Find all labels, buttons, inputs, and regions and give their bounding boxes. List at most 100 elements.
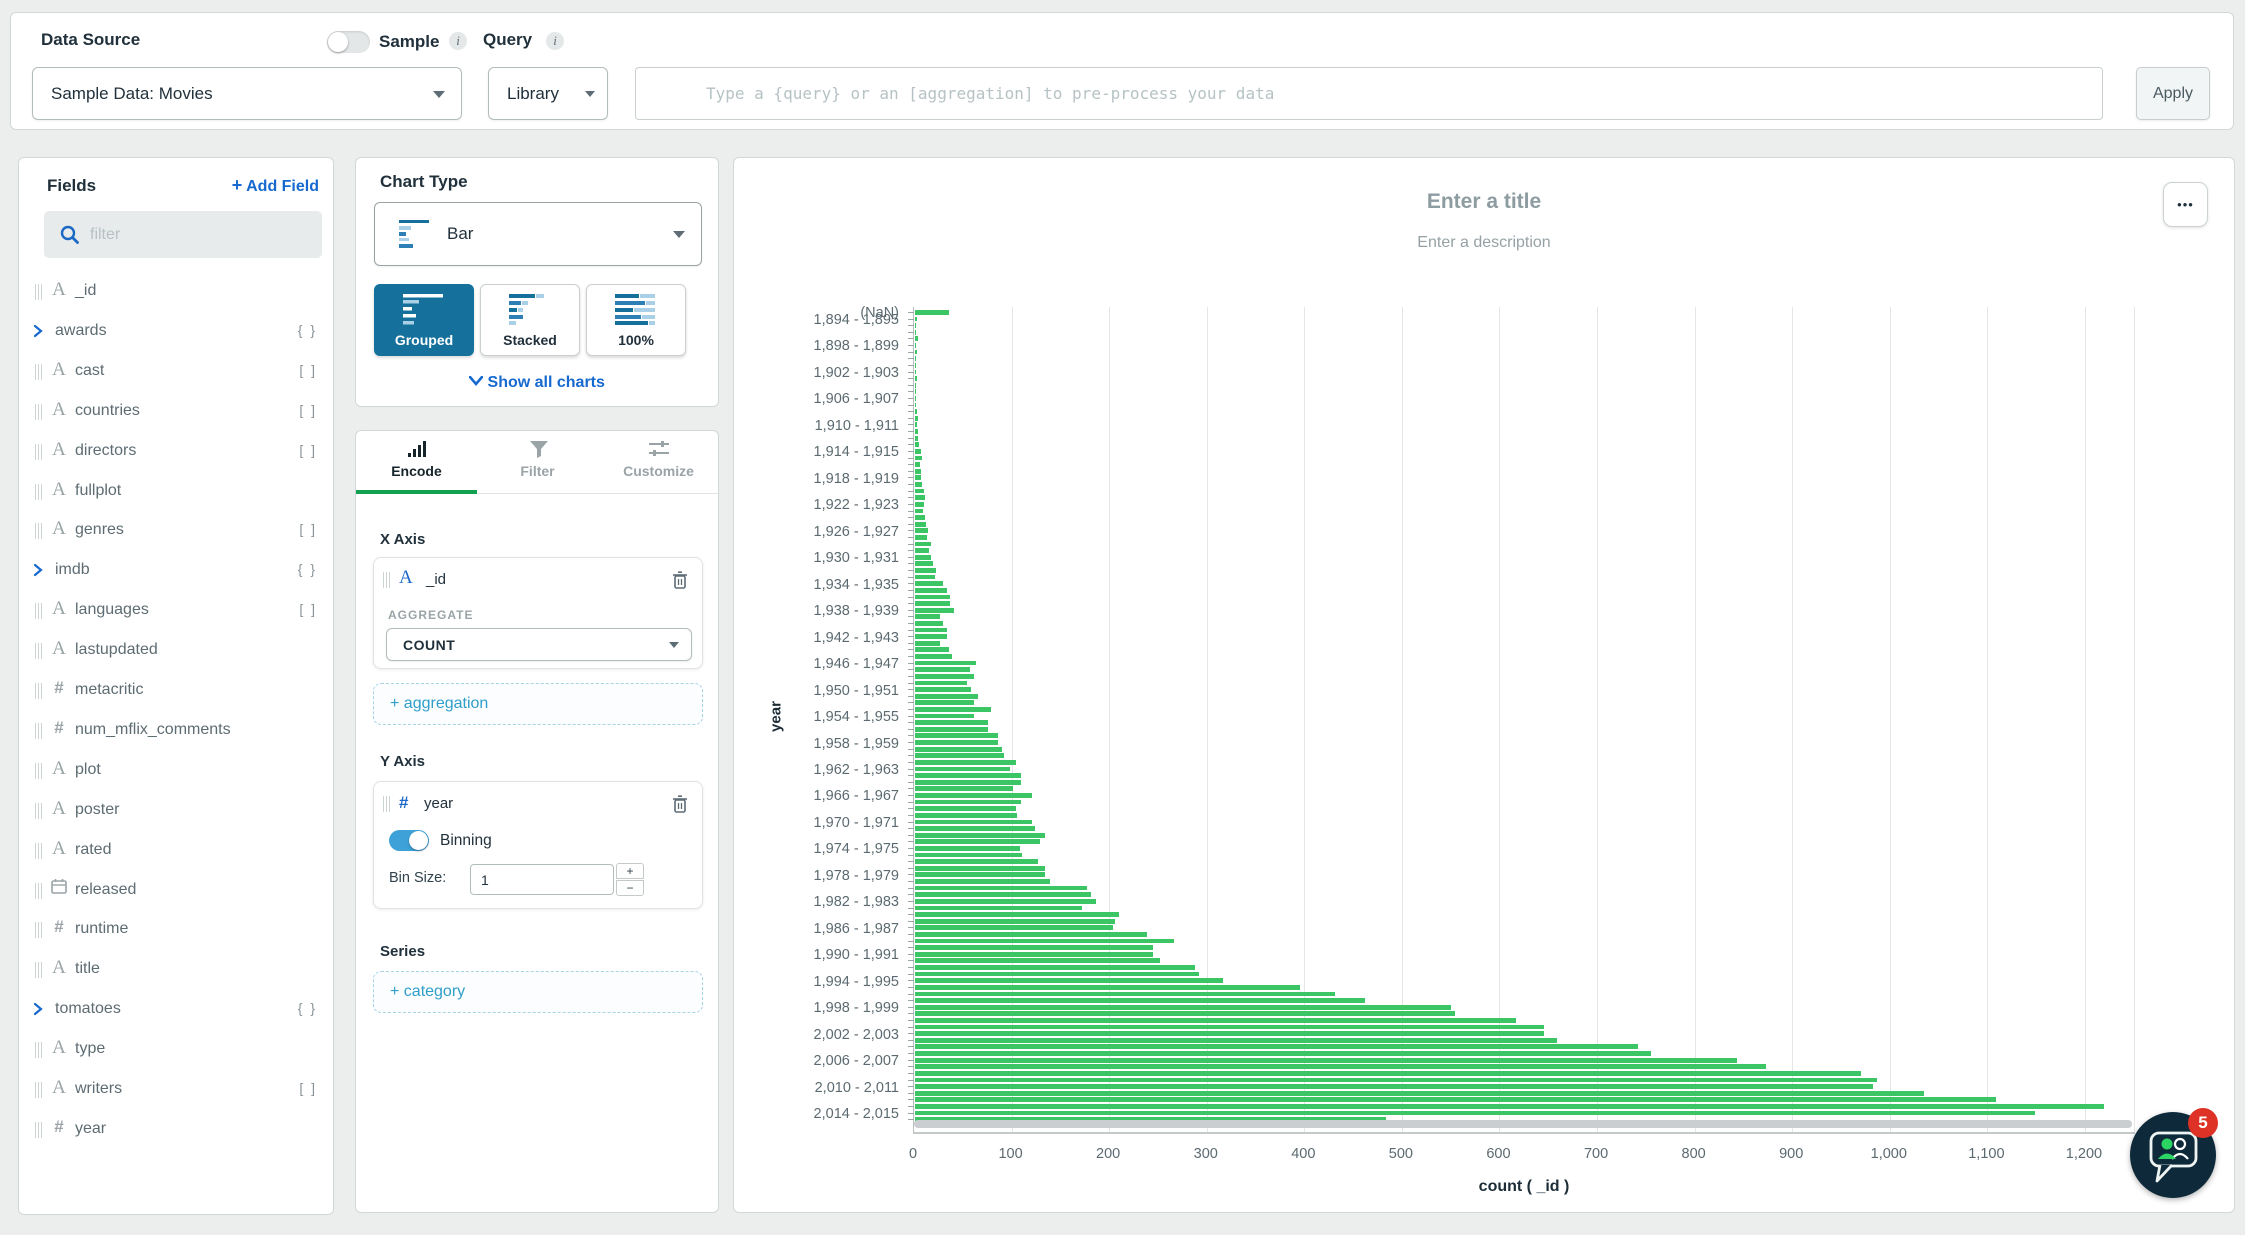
show-all-charts-link[interactable]: Show all charts [356, 374, 718, 392]
chart-menu-button[interactable]: ••• [2163, 182, 2208, 227]
bin-size-decrement-button[interactable]: − [616, 880, 644, 896]
field-filter-input[interactable] [90, 211, 310, 258]
sample-toggle[interactable] [327, 31, 370, 53]
field-item-cast[interactable]: Acast[ ] [29, 351, 325, 391]
bar [915, 793, 1032, 798]
drag-handle-icon[interactable] [35, 843, 45, 859]
field-item-imdb[interactable]: imdb{ } [29, 550, 325, 590]
drag-handle-icon[interactable] [35, 484, 45, 500]
drag-handle-icon[interactable] [35, 643, 45, 659]
chart-title-placeholder[interactable]: Enter a title [734, 190, 2234, 214]
variant-100-button[interactable]: 100% [586, 284, 686, 356]
field-item-type[interactable]: Atype [29, 1029, 325, 1069]
y-axis-tick [908, 980, 914, 981]
field-item-rated[interactable]: Arated [29, 830, 325, 870]
field-item-directors[interactable]: Adirectors[ ] [29, 431, 325, 471]
field-item-writers[interactable]: Awriters[ ] [29, 1069, 325, 1109]
field-name: awards [55, 322, 107, 340]
drag-handle-icon[interactable] [35, 683, 45, 699]
field-item-awards[interactable]: awards{ } [29, 311, 325, 351]
chat-widget[interactable]: 5 [2130, 1112, 2216, 1198]
tab-customize[interactable]: Customize [598, 431, 719, 493]
field-item-lastupdated[interactable]: Alastupdated [29, 630, 325, 670]
drag-handle-icon[interactable] [383, 796, 393, 812]
bar [915, 654, 952, 659]
binning-toggle[interactable] [389, 830, 429, 851]
drag-handle-icon[interactable] [35, 922, 45, 938]
drag-handle-icon[interactable] [35, 763, 45, 779]
horizontal-scrollbar[interactable] [914, 1120, 2132, 1128]
field-item-tomatoes[interactable]: tomatoes{ } [29, 989, 325, 1029]
sample-info-icon[interactable]: i [449, 32, 467, 50]
field-item-fullplot[interactable]: Afullplot [29, 471, 325, 511]
field-item-plot[interactable]: Aplot [29, 750, 325, 790]
field-item-genres[interactable]: Agenres[ ] [29, 510, 325, 550]
apply-button[interactable]: Apply [2136, 67, 2210, 120]
tab-encode[interactable]: Encode [356, 431, 477, 493]
chart-type-select[interactable]: Bar [374, 202, 702, 266]
query-input[interactable] [635, 67, 2103, 120]
drag-handle-icon[interactable] [383, 572, 393, 588]
drag-handle-icon[interactable] [35, 803, 45, 819]
bar [915, 925, 1113, 930]
y-axis-tick [908, 583, 914, 584]
bar [915, 839, 1040, 844]
query-info-icon[interactable]: i [546, 32, 564, 50]
drag-handle-icon[interactable] [35, 1082, 45, 1098]
y-axis-tick [908, 1073, 914, 1074]
bar [915, 1018, 1516, 1023]
variant-stacked-button[interactable]: Stacked [480, 284, 580, 356]
bin-size-increment-button[interactable]: + [616, 863, 644, 879]
data-source-select[interactable]: Sample Data: Movies [32, 67, 462, 120]
bar [915, 740, 998, 745]
field-item-_id[interactable]: A_id [29, 271, 325, 311]
field-item-released[interactable]: released [29, 870, 325, 910]
drag-handle-icon[interactable] [35, 603, 45, 619]
gridline [1695, 307, 1696, 1132]
y-axis-tick [908, 954, 914, 955]
drag-handle-icon[interactable] [35, 1042, 45, 1058]
add-category-button[interactable]: + category [373, 971, 703, 1013]
chart-type-title: Chart Type [380, 172, 468, 192]
library-dropdown[interactable]: Library [488, 67, 608, 120]
field-item-poster[interactable]: Aposter [29, 790, 325, 830]
trash-icon[interactable] [672, 571, 688, 589]
drag-handle-icon[interactable] [35, 962, 45, 978]
y-axis-tick [908, 788, 914, 789]
add-aggregation-button[interactable]: + aggregation [373, 683, 703, 725]
drag-handle-icon[interactable] [35, 364, 45, 380]
field-item-countries[interactable]: Acountries[ ] [29, 391, 325, 431]
drag-handle-icon[interactable] [35, 1122, 45, 1138]
field-item-runtime[interactable]: #runtime [29, 909, 325, 949]
field-item-num_mflix_comments[interactable]: #num_mflix_comments [29, 710, 325, 750]
drag-handle-icon[interactable] [35, 723, 45, 739]
bar [915, 456, 922, 461]
field-item-metacritic[interactable]: #metacritic [29, 670, 325, 710]
drag-handle-icon[interactable] [35, 523, 45, 539]
aggregate-select[interactable]: COUNT [386, 628, 692, 661]
bar [915, 416, 918, 421]
variant-grouped-button[interactable]: Grouped [374, 284, 474, 356]
bar [915, 733, 998, 738]
x-tick-label: 800 [1682, 1146, 1706, 1162]
field-item-year[interactable]: #year [29, 1109, 325, 1149]
add-field-button[interactable]: + Add Field [232, 175, 319, 196]
bar [915, 641, 940, 646]
drag-handle-icon[interactable] [35, 404, 45, 420]
field-item-languages[interactable]: Alanguages[ ] [29, 590, 325, 630]
bar [915, 932, 1147, 937]
drag-handle-icon[interactable] [35, 883, 45, 899]
chart-description-placeholder[interactable]: Enter a description [734, 234, 2234, 252]
bar [915, 872, 1045, 877]
drag-handle-icon[interactable] [35, 284, 45, 300]
field-search-box[interactable] [44, 211, 322, 258]
tab-filter[interactable]: Filter [477, 431, 598, 493]
field-item-title[interactable]: Atitle [29, 949, 325, 989]
bar [915, 542, 931, 547]
chevron-right-icon [33, 324, 44, 338]
drag-handle-icon[interactable] [35, 444, 45, 460]
bin-size-input[interactable] [470, 864, 614, 895]
trash-icon[interactable] [672, 795, 688, 813]
y-axis-tick [908, 550, 914, 551]
field-name: metacritic [75, 681, 143, 699]
